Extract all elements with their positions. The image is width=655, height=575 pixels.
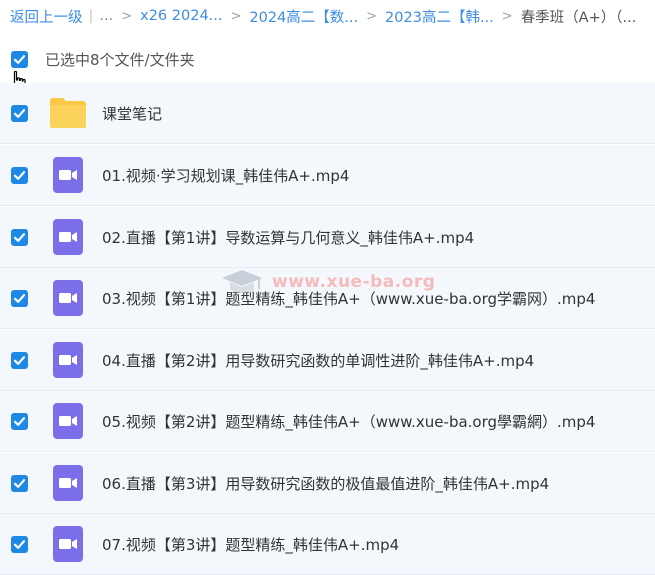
list-item[interactable]: 05.视频【第2讲】题型精练_韩佳伟A+（www.xue-ba.org學霸網）.… xyxy=(0,391,655,452)
video-file-icon xyxy=(49,525,87,563)
row-checkbox[interactable] xyxy=(11,166,28,184)
file-name: 04.直播【第2讲】用导数研究函数的单调性进阶_韩佳伟A+.mp4 xyxy=(102,351,535,370)
file-name: 07.视频【第3讲】题型精练_韩佳伟A+.mp4 xyxy=(102,535,400,554)
chevron-right-icon: > xyxy=(121,8,133,24)
video-file-icon xyxy=(49,218,87,256)
row-checkbox[interactable] xyxy=(11,535,28,553)
breadcrumb-current: 春季班（A+）（... xyxy=(520,9,637,26)
list-item[interactable]: 04.直播【第2讲】用导数研究函数的单调性进阶_韩佳伟A+.mp4 xyxy=(0,330,655,391)
select-all-checkbox[interactable] xyxy=(11,50,28,68)
file-name: 课堂笔记 xyxy=(102,104,163,123)
back-link[interactable]: 返回上一级 xyxy=(10,6,83,27)
file-name: 05.视频【第2讲】题型精练_韩佳伟A+（www.xue-ba.org學霸網）.… xyxy=(102,412,596,431)
row-checkbox[interactable] xyxy=(11,412,28,430)
check-icon xyxy=(13,170,26,180)
row-checkbox[interactable] xyxy=(11,351,28,369)
file-name: 01.视频·学习规划课_韩佳伟A+.mp4 xyxy=(102,166,350,185)
row-checkbox[interactable] xyxy=(11,289,28,307)
breadcrumb-divider: | xyxy=(88,8,94,24)
video-file-icon xyxy=(49,464,87,502)
video-file-icon xyxy=(49,341,87,379)
breadcrumb: 返回上一级 | ... > x26 2024... > 2024高二【数... … xyxy=(0,0,655,32)
list-item[interactable]: 06.直播【第3讲】用导数研究函数的极值最值进阶_韩佳伟A+.mp4 xyxy=(0,453,655,514)
breadcrumb-ellipsis[interactable]: ... xyxy=(99,8,113,24)
video-file-icon xyxy=(49,279,87,317)
list-item[interactable]: 课堂笔记 xyxy=(0,83,655,144)
breadcrumb-item[interactable]: 2023高二【韩... xyxy=(385,6,494,27)
list-item[interactable]: 02.直播【第1讲】导数运算与几何意义_韩佳伟A+.mp4 xyxy=(0,207,655,268)
check-icon xyxy=(13,54,26,64)
check-icon xyxy=(13,478,26,488)
list-item[interactable]: 07.视频【第3讲】题型精练_韩佳伟A+.mp4 xyxy=(0,514,655,575)
file-name: 03.视频【第1讲】题型精练_韩佳伟A+（www.xue-ba.org学霸网）.… xyxy=(102,289,596,308)
file-name: 02.直播【第1讲】导数运算与几何意义_韩佳伟A+.mp4 xyxy=(102,228,475,247)
video-file-icon xyxy=(49,402,87,440)
check-icon xyxy=(13,355,26,365)
breadcrumb-item[interactable]: x26 2024... xyxy=(140,8,222,24)
check-icon xyxy=(13,539,26,549)
check-icon xyxy=(13,232,26,242)
row-checkbox[interactable] xyxy=(11,228,28,246)
folder-icon xyxy=(49,94,87,132)
video-file-icon xyxy=(49,156,87,194)
check-icon xyxy=(13,416,26,426)
list-item[interactable]: 03.视频【第1讲】题型精练_韩佳伟A+（www.xue-ba.org学霸网）.… xyxy=(0,268,655,329)
chevron-right-icon: > xyxy=(501,8,513,24)
selection-bar: 已选中8个文件/文件夹 xyxy=(0,40,655,78)
chevron-right-icon: > xyxy=(230,8,242,24)
check-icon xyxy=(13,108,26,118)
row-checkbox[interactable] xyxy=(11,104,28,122)
check-icon xyxy=(13,293,26,303)
breadcrumb-item[interactable]: 2024高二【数... xyxy=(249,6,358,27)
list-item[interactable]: 01.视频·学习规划课_韩佳伟A+.mp4 xyxy=(0,145,655,206)
file-name: 06.直播【第3讲】用导数研究函数的极值最值进阶_韩佳伟A+.mp4 xyxy=(102,474,550,493)
row-checkbox[interactable] xyxy=(11,474,28,492)
selection-count: 已选中8个文件/文件夹 xyxy=(45,50,195,69)
chevron-right-icon: > xyxy=(366,8,378,24)
